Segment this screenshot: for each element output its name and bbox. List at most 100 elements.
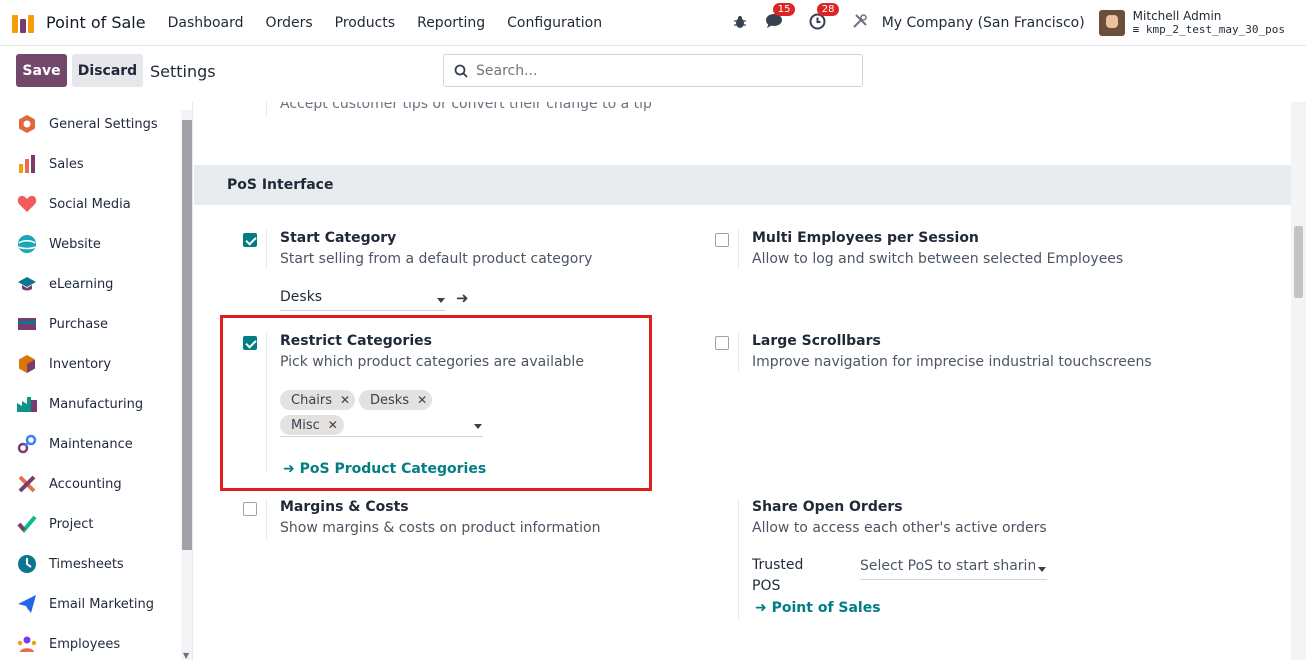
sidebar-label: Project (49, 516, 94, 532)
search-input[interactable] (476, 62, 846, 79)
start-category-select[interactable]: Desks (280, 289, 445, 311)
section-header-pos-interface: PoS Interface (194, 165, 1291, 205)
start-category-title: Start Category (280, 230, 397, 246)
sidebar-item-general-settings[interactable]: General Settings (16, 112, 158, 136)
control-panel: Save Discard Settings (0, 46, 1306, 102)
project-check-icon (16, 513, 38, 535)
point-of-sales-link[interactable]: ➜ Point of Sales (755, 600, 881, 616)
sidebar-label: Accounting (49, 476, 122, 492)
accounting-icon (16, 473, 38, 495)
start-category-checkbox[interactable] (243, 233, 257, 247)
pos-product-categories-link[interactable]: ➜ PoS Product Categories (283, 461, 486, 477)
margins-costs-title: Margins & Costs (280, 499, 409, 515)
tag-chairs: Chairs ✕ (280, 390, 355, 410)
chevron-down-icon (1038, 567, 1046, 572)
sidebar-item-maintenance[interactable]: Maintenance (16, 432, 133, 456)
employees-icon (16, 633, 38, 655)
menu-reporting[interactable]: Reporting (406, 15, 496, 31)
sidebar-item-website[interactable]: Website (16, 232, 101, 256)
sidebar-item-accounting[interactable]: Accounting (16, 472, 122, 496)
margins-costs-checkbox[interactable] (243, 502, 257, 516)
website-icon (16, 233, 38, 255)
sidebar-label: Inventory (49, 356, 112, 372)
trusted-pos-placeholder: Select PoS to start sharing o (860, 558, 1035, 574)
sidebar-item-purchase[interactable]: Purchase (16, 312, 108, 336)
save-button[interactable]: Save (16, 54, 67, 87)
menu-orders[interactable]: Orders (255, 15, 324, 31)
divider (266, 230, 267, 268)
multi-employees-checkbox[interactable] (715, 233, 729, 247)
menu-dashboard[interactable]: Dashboard (157, 15, 255, 31)
menu-products[interactable]: Products (324, 15, 406, 31)
sidebar-label: Email Marketing (49, 596, 154, 612)
divider (266, 333, 267, 473)
user-menu[interactable]: Mitchell Admin ≡ kmp_2_test_may_30_pos (1133, 9, 1285, 37)
sidebar-label: Website (49, 236, 101, 252)
sidebar-item-manufacturing[interactable]: Manufacturing (16, 392, 143, 416)
company-switcher[interactable]: My Company (San Francisco) (882, 15, 1085, 31)
restrict-categories-title: Restrict Categories (280, 333, 432, 349)
tools-icon[interactable] (852, 13, 868, 33)
section-title: PoS Interface (227, 177, 334, 193)
inventory-box-icon (16, 353, 38, 375)
sidebar-label: Sales (49, 156, 84, 172)
start-category-value: Desks (280, 289, 323, 305)
breadcrumb: Settings (150, 62, 216, 81)
restrict-categories-description: Pick which product categories are availa… (280, 354, 584, 370)
messages-badge: 15 (772, 3, 796, 16)
sidebar-item-elearning[interactable]: eLearning (16, 272, 113, 296)
large-scrollbars-title: Large Scrollbars (752, 333, 881, 349)
sales-icon (16, 153, 38, 175)
margins-costs-description: Show margins & costs on product informat… (280, 520, 601, 536)
large-scrollbars-checkbox[interactable] (715, 336, 729, 350)
sidebar-label: Social Media (49, 196, 131, 212)
general-settings-icon (16, 113, 38, 135)
sidebar-scrollbar[interactable]: ▼ (181, 110, 192, 660)
purchase-icon (16, 313, 38, 335)
sidebar-item-employees[interactable]: Employees (16, 632, 120, 656)
link-label: Point of Sales (771, 600, 881, 616)
multi-employees-description: Allow to log and switch between selected… (752, 251, 1124, 267)
menu-configuration[interactable]: Configuration (496, 15, 613, 31)
arrow-right-icon[interactable]: ➜ (456, 289, 469, 307)
tag-desks: Desks ✕ (359, 390, 432, 410)
messages-icon[interactable]: 15 (765, 3, 796, 33)
user-avatar[interactable] (1098, 10, 1125, 36)
settings-main: Accept customer tips or convert their ch… (194, 102, 1306, 660)
sidebar-item-email-marketing[interactable]: Email Marketing (16, 592, 154, 616)
timesheets-clock-icon (16, 553, 38, 575)
top-navbar: Point of Sale Dashboard Orders Products … (0, 0, 1306, 46)
scroll-down-arrow-icon[interactable]: ▼ (183, 651, 189, 660)
main-scrollbar[interactable] (1291, 102, 1306, 660)
activity-clock-icon[interactable]: 28 (809, 2, 840, 34)
sidebar-item-sales[interactable]: Sales (16, 152, 84, 176)
app-title[interactable]: Point of Sale (46, 13, 146, 32)
trusted-pos-select[interactable]: Select PoS to start sharing o (860, 558, 1047, 580)
link-label: PoS Product Categories (299, 461, 487, 477)
sidebar-label: Purchase (49, 316, 109, 332)
sidebar-item-timesheets[interactable]: Timesheets (16, 552, 124, 576)
activities-badge: 28 (816, 2, 840, 16)
discard-button[interactable]: Discard (72, 54, 143, 87)
remove-tag-icon[interactable]: ✕ (340, 393, 350, 407)
sidebar-label: eLearning (49, 276, 114, 292)
sidebar-item-project[interactable]: Project (16, 512, 93, 536)
main-scroll-thumb[interactable] (1294, 226, 1303, 298)
chevron-down-icon (474, 424, 482, 429)
restrict-categories-checkbox[interactable] (243, 336, 257, 350)
remove-tag-icon[interactable]: ✕ (417, 393, 427, 407)
search-icon (454, 64, 468, 78)
search-bar[interactable] (443, 54, 863, 87)
heart-icon (16, 193, 38, 215)
email-marketing-icon (16, 593, 38, 615)
brand[interactable]: Point of Sale (12, 13, 146, 33)
sidebar-scroll-thumb[interactable] (182, 120, 192, 550)
sidebar-item-social-media[interactable]: Social Media (16, 192, 131, 216)
bug-icon[interactable] (733, 14, 747, 33)
graduation-cap-icon (16, 273, 38, 295)
categories-input[interactable] (280, 415, 483, 437)
divider (738, 333, 739, 371)
sidebar-item-inventory[interactable]: Inventory (16, 352, 111, 376)
pos-app-icon (12, 13, 38, 33)
main-menu: Dashboard Orders Products Reporting Conf… (157, 15, 614, 31)
